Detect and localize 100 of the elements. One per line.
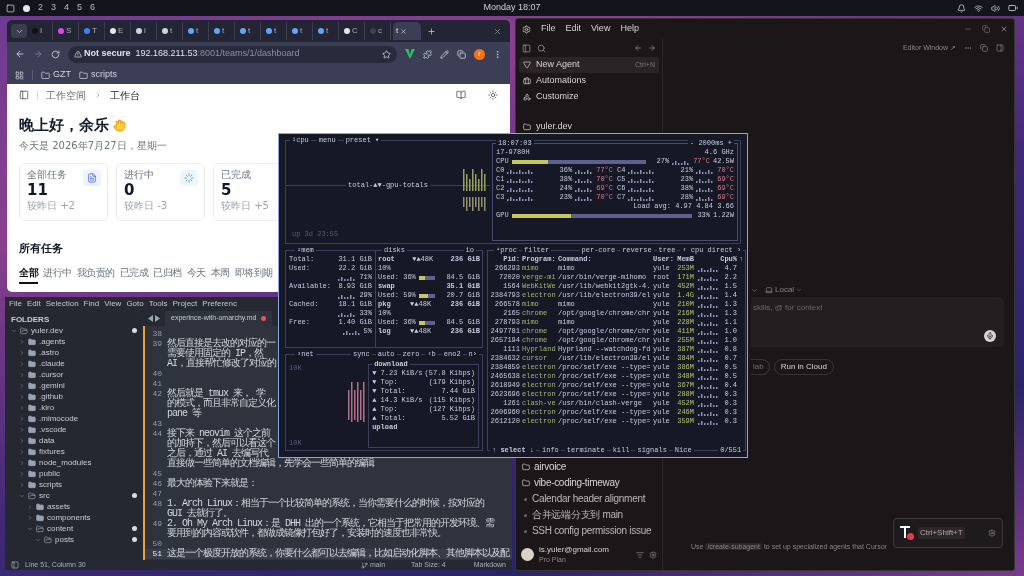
filter-tab[interactable]: 全部	[19, 265, 38, 284]
close-icon[interactable]	[400, 27, 408, 35]
panel-icon[interactable]	[996, 44, 1004, 52]
extension-icon[interactable]	[423, 49, 432, 59]
folder-row[interactable]: .mimocode	[19, 413, 143, 424]
chat-item[interactable]: Calendar header alignment	[519, 491, 659, 507]
filter-tab[interactable]: 今天	[186, 265, 206, 284]
tab-list-button[interactable]	[11, 24, 27, 38]
maximize-icon[interactable]	[982, 25, 990, 33]
breadcrumb-link[interactable]: 工作空间	[46, 87, 86, 103]
browser-tab[interactable]: i	[133, 22, 157, 40]
security-chip[interactable]: Not secure	[74, 47, 131, 61]
workspace-number[interactable]: 3	[51, 1, 57, 15]
workspace-number[interactable]: 4	[64, 1, 70, 15]
back-icon[interactable]	[634, 44, 642, 52]
search-icon[interactable]	[537, 43, 546, 53]
sidebar-toggle-icon[interactable]	[522, 43, 531, 53]
browser-tab[interactable]: t	[185, 22, 209, 40]
folder-row[interactable]: components	[27, 512, 143, 523]
filter-tab[interactable]: 已归档	[153, 265, 182, 284]
folder-row[interactable]: content	[27, 523, 143, 534]
browser-tab[interactable]: t	[159, 22, 183, 40]
new-tab-icon[interactable]	[427, 26, 436, 36]
battery-icon[interactable]	[1008, 3, 1018, 13]
filter-tab[interactable]: 即将到期	[234, 265, 273, 284]
workspace-number[interactable]: 6	[90, 1, 96, 15]
browser-tab[interactable]: t	[393, 22, 421, 40]
folder-row[interactable]: .kiro	[19, 402, 143, 413]
project-folder[interactable]: airvoice	[519, 459, 659, 475]
chat-item[interactable]: 合并远端分支到 main	[519, 507, 659, 523]
menu-item[interactable]: Edit	[565, 22, 582, 36]
docs-icon[interactable]	[456, 90, 466, 100]
menu-item[interactable]: Edit	[26, 298, 41, 310]
filter-tab[interactable]: 进行中	[43, 265, 72, 284]
workspace-number[interactable]: 5	[77, 1, 83, 15]
folder-row[interactable]: .github	[19, 391, 143, 402]
close-icon[interactable]	[493, 26, 502, 36]
folder-row[interactable]: src	[19, 490, 143, 501]
menu-item[interactable]: File	[541, 22, 556, 36]
folder-row[interactable]: posts	[35, 534, 143, 545]
folder-row[interactable]: .cursor	[19, 369, 143, 380]
browser-tab[interactable]: E	[107, 22, 131, 40]
more-icon[interactable]	[964, 44, 972, 52]
chat-item[interactable]: SSH config permission issue	[519, 523, 659, 539]
folder-row[interactable]: .claude	[19, 358, 143, 369]
address-bar[interactable]: Not secure 192.168.211.53:8001/teams/1/dashboard	[68, 45, 397, 63]
menu-item[interactable]: Goto	[126, 298, 144, 310]
pencil-icon[interactable]	[440, 49, 449, 59]
browser-tab[interactable]: c	[367, 22, 391, 40]
close-icon[interactable]	[1000, 25, 1008, 33]
folder-row[interactable]: .vscode	[19, 424, 143, 435]
filter-tab[interactable]: 本周	[210, 265, 230, 284]
nav-item[interactable]: Customize	[519, 89, 659, 105]
folder-row[interactable]: .agents	[19, 336, 143, 347]
volume-icon[interactable]	[991, 3, 1000, 13]
folder-row[interactable]: .astro	[19, 347, 143, 358]
nav-item[interactable]: Automations	[519, 73, 659, 89]
browser-tab[interactable]: C	[341, 22, 365, 40]
browser-tab[interactable]: t	[315, 22, 339, 40]
folder-row[interactable]: .gemini	[19, 380, 143, 391]
browser-tab[interactable]: I	[29, 22, 53, 40]
menu-item[interactable]: File	[9, 298, 22, 310]
menu-item[interactable]: Find	[83, 298, 100, 310]
browser-tab[interactable]: T	[81, 22, 105, 40]
bookmark-star-icon[interactable]	[382, 49, 391, 59]
v-extension-icon[interactable]	[405, 49, 415, 59]
menu-item[interactable]: Help	[620, 22, 639, 36]
folder-row[interactable]: scripts	[19, 479, 143, 490]
folder-row[interactable]: yuler.dev	[11, 325, 143, 336]
menu-item[interactable]: View	[104, 298, 122, 310]
folder-row[interactable]: data	[19, 435, 143, 446]
bell-icon[interactable]	[957, 3, 966, 13]
forward-icon[interactable]	[648, 44, 656, 52]
settings-icon[interactable]	[649, 550, 657, 559]
menu-item[interactable]: Project	[172, 298, 198, 310]
reload-icon[interactable]	[51, 49, 60, 59]
sidebar-toggle-icon[interactable]	[11, 561, 19, 569]
filter-tab[interactable]: 我负责的	[76, 265, 115, 284]
project-folder[interactable]: yuler.dev	[519, 121, 659, 133]
forward-icon[interactable]	[33, 49, 43, 59]
theme-icon[interactable]	[488, 90, 498, 100]
menu-item[interactable]: Selection	[45, 298, 79, 310]
workspace-number[interactable]: 2	[38, 1, 43, 15]
menu-item[interactable]: View	[591, 22, 611, 36]
browser-tab[interactable]: t	[211, 22, 235, 40]
sidebar-toggle-icon[interactable]	[19, 90, 29, 100]
menu-icon[interactable]	[493, 49, 502, 59]
apps-icon[interactable]	[15, 70, 24, 80]
menu-item[interactable]: Tools	[148, 298, 168, 310]
filter-icon[interactable]	[636, 550, 644, 559]
bookmark-folder[interactable]: GZT	[41, 68, 71, 82]
browser-tab[interactable]: t	[289, 22, 313, 40]
settings-icon[interactable]	[988, 529, 996, 537]
browser-tab[interactable]: t	[237, 22, 261, 40]
bookmark-folder[interactable]: scripts	[79, 68, 117, 82]
folder-row[interactable]: public	[19, 468, 143, 479]
wifi-icon[interactable]	[974, 3, 983, 13]
filter-tab[interactable]: 已完成	[119, 265, 148, 284]
folder-row[interactable]: fixtures	[19, 446, 143, 457]
microphone-icon[interactable]	[984, 330, 996, 342]
